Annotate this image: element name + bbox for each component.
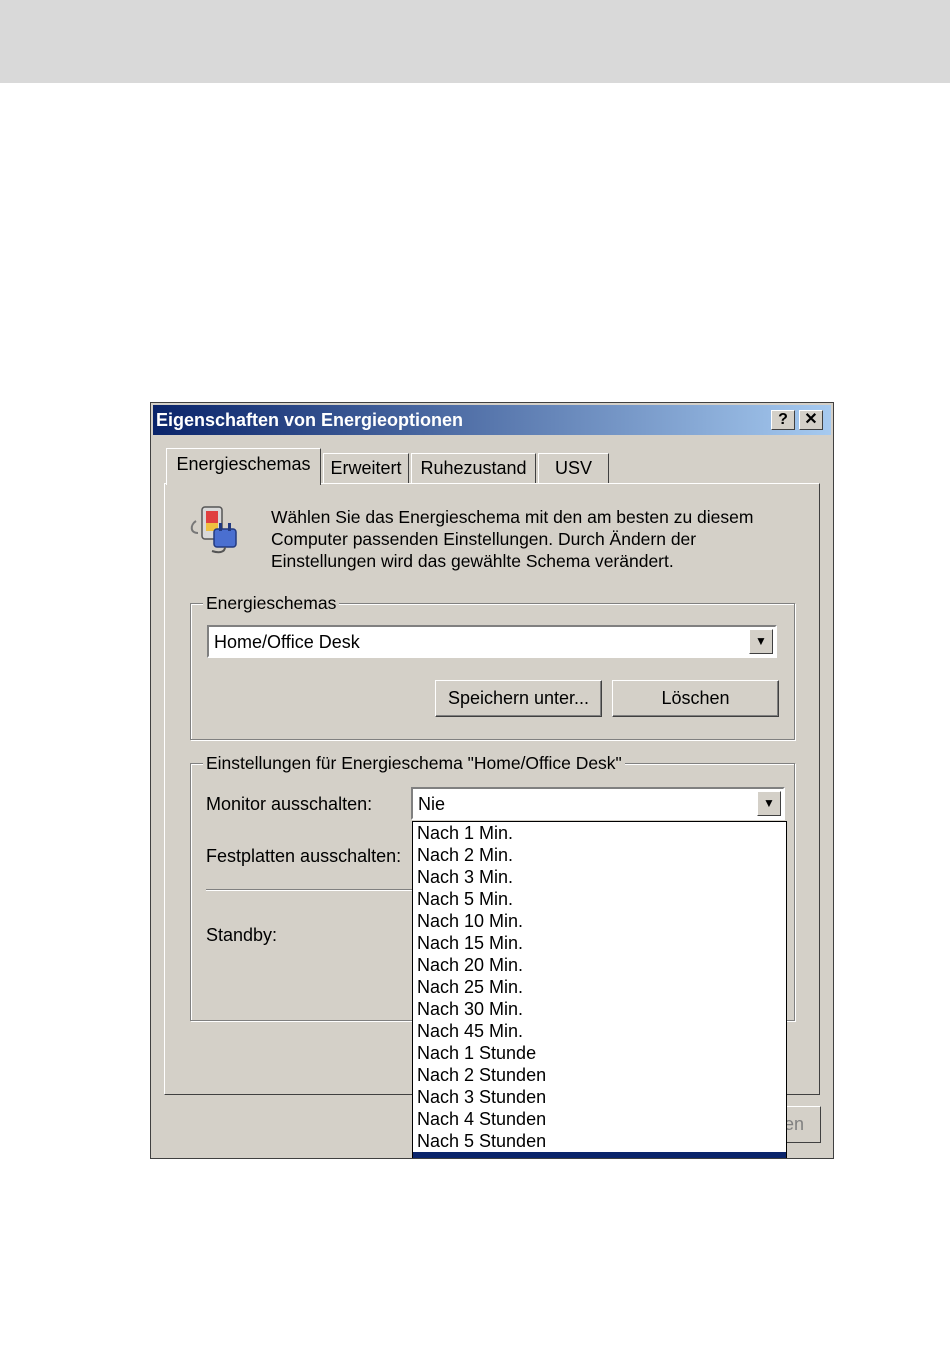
delete-button[interactable]: Löschen: [612, 680, 779, 717]
save-as-button[interactable]: Speichern unter...: [435, 680, 602, 717]
tab-ruhezustand[interactable]: Ruhezustand: [411, 453, 536, 483]
monitor-off-label: Monitor ausschalten:: [206, 794, 373, 814]
separator: [206, 889, 412, 891]
power-options-icon: [190, 506, 237, 554]
tab-label: Energieschemas: [176, 454, 311, 474]
scheme-select-value: Home/Office Desk: [214, 632, 360, 652]
settings-group-label: Einstellungen für Energieschema "Home/Of…: [203, 752, 625, 774]
chevron-down-icon[interactable]: ▼: [749, 629, 773, 654]
dropdown-option[interactable]: Nach 5 Stunden: [413, 1130, 786, 1152]
dropdown-option[interactable]: Nach 1 Min.: [413, 822, 786, 844]
dropdown-option[interactable]: Nach 20 Min.: [413, 954, 786, 976]
dropdown-option-selected[interactable]: [413, 1152, 786, 1158]
dropdown-option[interactable]: Nach 2 Stunden: [413, 1064, 786, 1086]
dropdown-option[interactable]: Nach 1 Stunde: [413, 1042, 786, 1064]
dropdown-option[interactable]: Nach 3 Min.: [413, 866, 786, 888]
tab-erweitert[interactable]: Erweitert: [323, 453, 409, 483]
title-bar[interactable]: Eigenschaften von Energieoptionen ? ✕: [153, 405, 831, 435]
dropdown-option[interactable]: Nach 10 Min.: [413, 910, 786, 932]
top-gray-band: [0, 0, 950, 83]
dropdown-option[interactable]: Nach 4 Stunden: [413, 1108, 786, 1130]
dropdown-option[interactable]: Nach 30 Min.: [413, 998, 786, 1020]
partial-footer-label: en: [784, 1114, 805, 1134]
tab-label: Erweitert: [330, 458, 402, 478]
save-as-label: Speichern unter...: [447, 688, 590, 708]
dropdown-option[interactable]: Nach 5 Min.: [413, 888, 786, 910]
tab-label: Ruhezustand: [420, 458, 527, 478]
power-options-dialog: Eigenschaften von Energieoptionen ? ✕ En…: [150, 402, 834, 1159]
tab-energieschemas[interactable]: Energieschemas: [166, 448, 321, 485]
schemes-group-label: Energieschemas: [203, 592, 340, 614]
monitor-off-value: Nie: [418, 794, 446, 814]
question-mark-icon: ?: [778, 411, 788, 428]
intro-text: Wählen Sie das Energieschema mit den am …: [271, 507, 754, 571]
scheme-select[interactable]: Home/Office Desk ▼: [207, 625, 777, 658]
help-button[interactable]: ?: [771, 410, 795, 430]
monitor-off-select[interactable]: Nie ▼: [411, 787, 785, 820]
delete-label: Löschen: [661, 688, 730, 708]
dropdown-option[interactable]: Nach 15 Min.: [413, 932, 786, 954]
dropdown-option[interactable]: Nach 25 Min.: [413, 976, 786, 998]
dropdown-option[interactable]: Nach 45 Min.: [413, 1020, 786, 1042]
standby-label: Standby:: [206, 925, 278, 945]
monitor-off-dropdown-list: Nach 1 Min. Nach 2 Min. Nach 3 Min. Nach…: [412, 821, 787, 1158]
tab-label: USV: [554, 458, 592, 478]
window-title: Eigenschaften von Energieoptionen: [156, 410, 464, 430]
schemes-group: Energieschemas: [190, 592, 795, 740]
tab-usv[interactable]: USV: [538, 453, 609, 483]
close-icon: ✕: [804, 411, 818, 428]
chevron-down-icon[interactable]: ▼: [757, 791, 781, 816]
harddisk-off-label: Festplatten ausschalten:: [206, 846, 402, 866]
close-button[interactable]: ✕: [799, 410, 823, 430]
dropdown-option[interactable]: Nach 2 Min.: [413, 844, 786, 866]
dropdown-option[interactable]: Nach 3 Stunden: [413, 1086, 786, 1108]
